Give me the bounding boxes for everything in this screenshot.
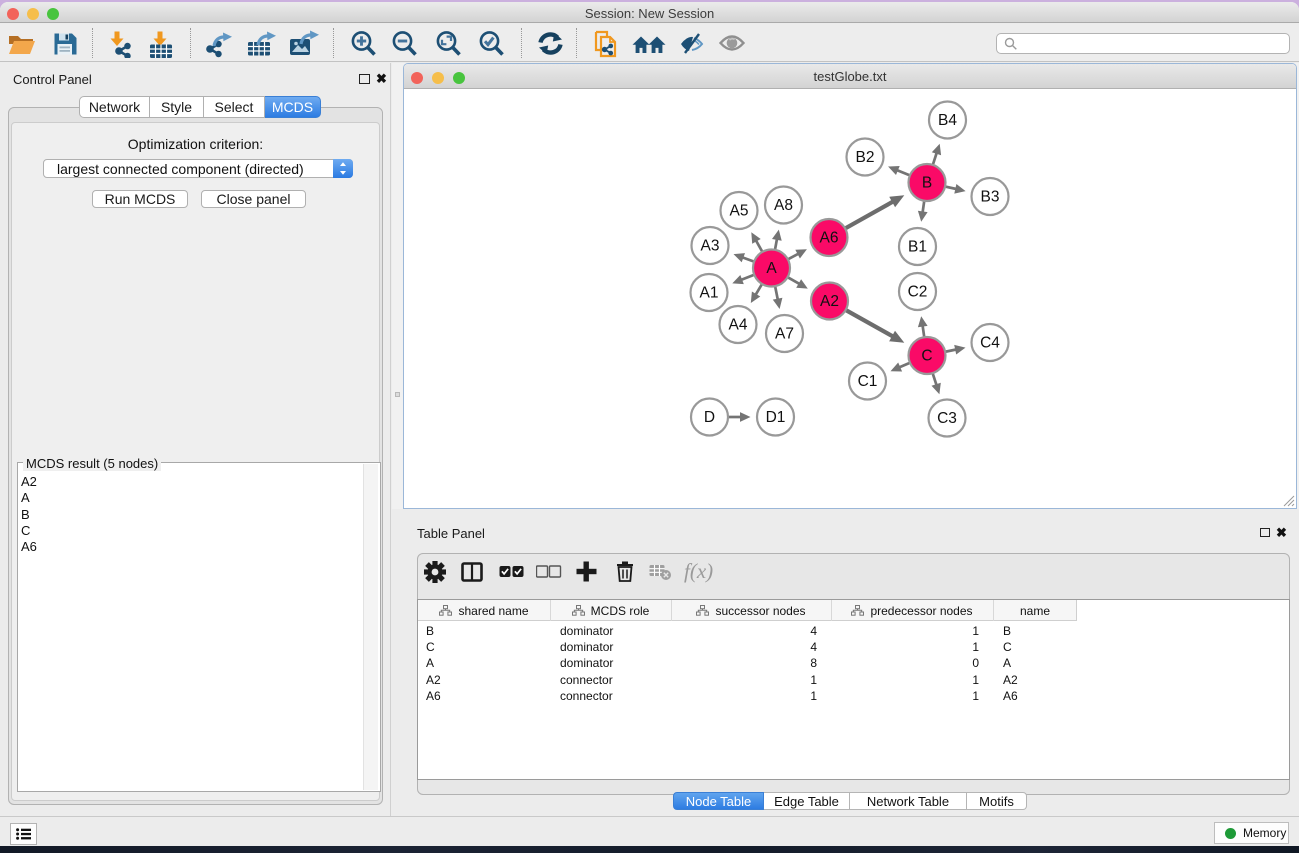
- svg-text:A2: A2: [820, 293, 839, 310]
- svg-text:C4: C4: [980, 335, 1000, 352]
- svg-text:A6: A6: [820, 230, 839, 247]
- svg-text:C2: C2: [908, 284, 928, 301]
- svg-text:B2: B2: [856, 149, 875, 166]
- svg-text:D1: D1: [766, 409, 786, 426]
- svg-text:C1: C1: [858, 373, 878, 390]
- svg-text:A7: A7: [775, 326, 794, 343]
- svg-text:B1: B1: [908, 239, 927, 256]
- svg-text:D: D: [704, 409, 715, 426]
- svg-text:A1: A1: [700, 285, 719, 302]
- svg-text:B3: B3: [981, 189, 1000, 206]
- svg-text:B4: B4: [938, 112, 957, 129]
- svg-text:A3: A3: [701, 238, 720, 255]
- svg-text:B: B: [922, 175, 932, 192]
- svg-text:A4: A4: [729, 317, 748, 334]
- svg-text:A8: A8: [774, 197, 793, 214]
- svg-text:A: A: [766, 260, 777, 277]
- svg-text:C: C: [921, 348, 932, 365]
- svg-text:A5: A5: [730, 203, 749, 220]
- svg-text:C3: C3: [937, 410, 957, 427]
